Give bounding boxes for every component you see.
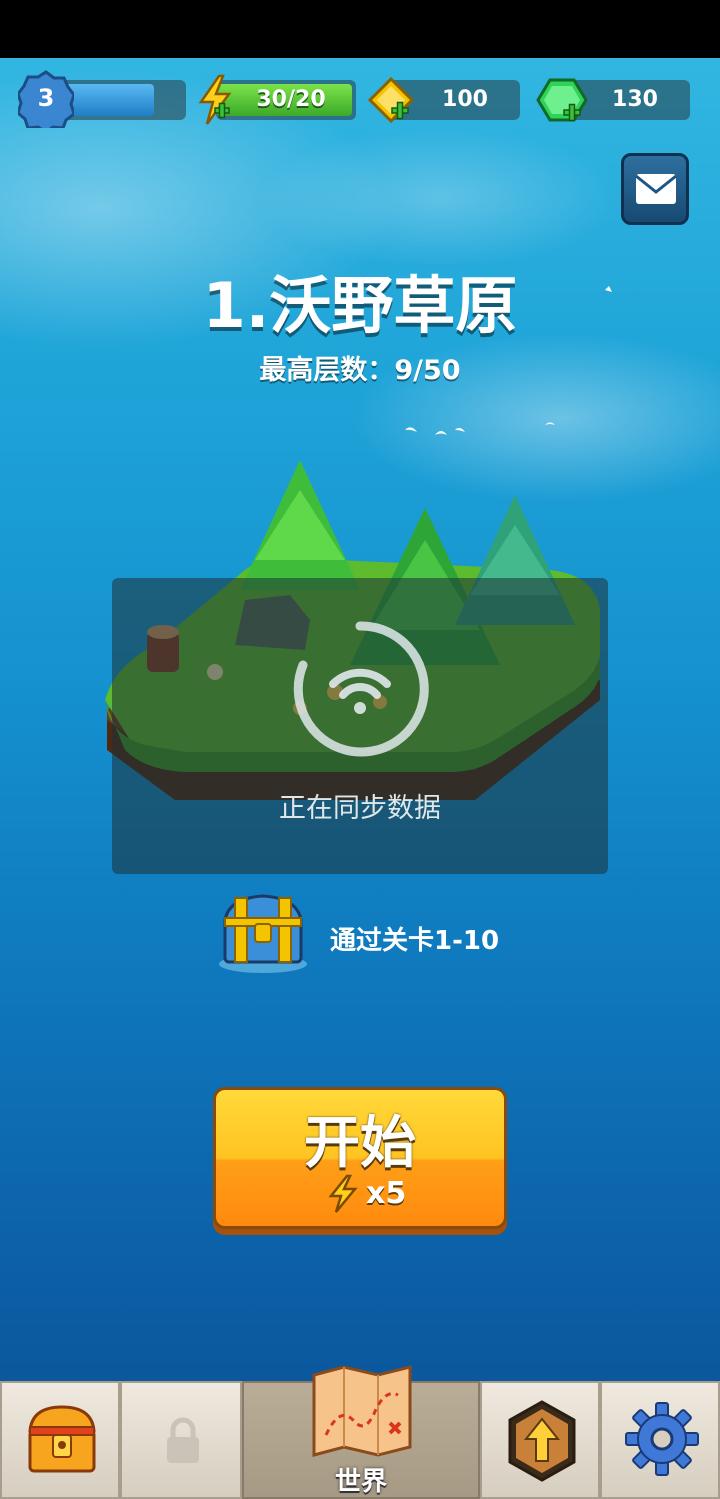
nav-settings[interactable] (600, 1381, 720, 1499)
treasure-chest-icon[interactable] (215, 890, 311, 976)
lock-icon (167, 1417, 199, 1463)
start-energy-cost: x5 (366, 1176, 407, 1211)
energy-bolt-icon (198, 74, 232, 125)
coin-icon (367, 76, 415, 124)
best-floor-text: 最高层数：9/50 (259, 355, 461, 386)
gem-icon (536, 78, 588, 122)
treasure-chest-icon (28, 1405, 96, 1473)
map-icon (312, 1365, 412, 1457)
upgrade-arrow-icon (508, 1400, 576, 1482)
nav-world[interactable]: 世界 (242, 1365, 480, 1499)
nav-chest[interactable] (0, 1381, 120, 1499)
gem-value: 130 (612, 87, 658, 112)
sync-message: 正在同步数据 (279, 793, 441, 824)
nav-locked[interactable] (120, 1381, 242, 1499)
gear-icon (625, 1402, 699, 1476)
player-level: 3 (37, 84, 55, 112)
energy-bolt-icon (328, 1174, 358, 1213)
nav-upgrade[interactable] (480, 1381, 600, 1499)
reward-condition: 通过关卡1-10 (330, 926, 500, 956)
start-button-label: 开始 (304, 1111, 416, 1176)
sync-spinner-icon (293, 621, 429, 757)
start-button[interactable]: 开始 x5 (213, 1087, 507, 1229)
tree-left (240, 460, 360, 590)
mail-button[interactable] (621, 153, 689, 225)
coin-value: 100 (442, 87, 488, 112)
energy-value: 30/20 (256, 87, 326, 112)
status-bar (0, 0, 720, 58)
stage-title: 1.沃野草原 (202, 269, 518, 342)
nav-world-label: 世界 (334, 1467, 387, 1497)
envelope-icon (635, 174, 677, 204)
